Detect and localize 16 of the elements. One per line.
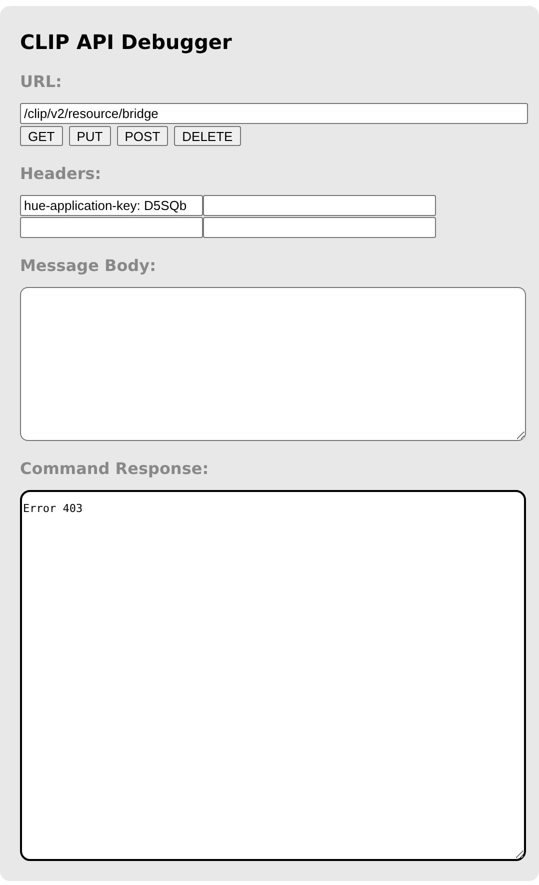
header-field[interactable]: [203, 217, 436, 238]
method-button[interactable]: GET: [20, 126, 63, 146]
section-label: Command Response:: [20, 459, 210, 478]
header-field[interactable]: [203, 195, 436, 216]
page-title: CLIP API Debugger: [20, 30, 233, 54]
method-button[interactable]: DELETE: [174, 126, 241, 146]
url-field[interactable]: /clip/v2/resource/bridge: [20, 103, 528, 124]
section-label: Headers:: [20, 164, 102, 183]
section-label: Message Body:: [20, 256, 157, 275]
header-field[interactable]: [20, 217, 203, 238]
response-field[interactable]: Error 403: [20, 490, 526, 861]
header-field[interactable]: hue-application-key: D5SQb: [20, 195, 203, 216]
message-body-field[interactable]: [20, 287, 526, 441]
method-button[interactable]: POST: [116, 126, 168, 146]
method-button[interactable]: PUT: [68, 126, 111, 146]
section-label: URL:: [20, 72, 63, 91]
